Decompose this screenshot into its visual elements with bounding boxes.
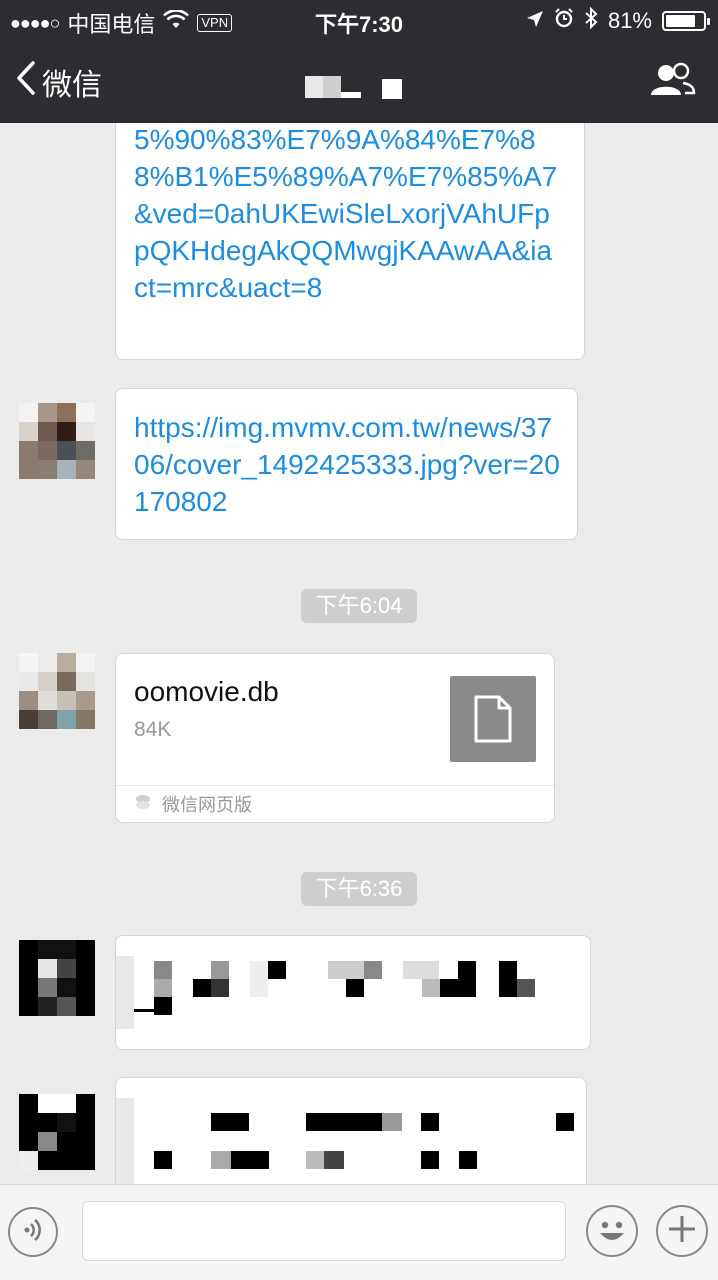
chat-info-button[interactable] (650, 62, 696, 103)
message-input-bar (0, 1184, 718, 1280)
battery-percent: 81% (607, 8, 652, 33)
file-name: oomovie.db (134, 676, 279, 707)
avatar[interactable] (19, 940, 95, 1016)
back-button[interactable]: 微信 (16, 60, 102, 104)
message-bubble-link[interactable]: 8&biw=1301&q=%E5%90%83%E5%90%83%E7%9A%84… (115, 123, 585, 360)
bluetooth-icon (584, 6, 598, 35)
voice-wave-icon (19, 1216, 47, 1249)
status-right: 81% (526, 6, 710, 35)
location-arrow-icon (526, 8, 544, 34)
timestamp: 下午6:36 (301, 872, 417, 906)
pixelated-message-text (116, 1098, 574, 1184)
voice-input-button[interactable] (8, 1207, 58, 1257)
message-bubble-text[interactable] (115, 1077, 587, 1184)
avatar[interactable] (19, 403, 95, 479)
avatar[interactable] (19, 653, 95, 729)
emoji-button[interactable] (586, 1205, 638, 1257)
smiley-face-icon (588, 1221, 636, 1259)
more-actions-button[interactable] (656, 1205, 708, 1257)
document-file-icon (450, 676, 536, 762)
message-link[interactable]: https://img.mvmv.com.tw/news/3706/cover_… (134, 409, 564, 520)
battery-icon (662, 11, 710, 31)
battery-level-fill (666, 15, 695, 27)
chat-message-list[interactable]: 8&biw=1301&q=%E5%90%83%E5%90%83%E7%9A%84… (0, 123, 718, 1184)
plus-icon (667, 1214, 697, 1249)
chevron-left-icon (16, 61, 36, 103)
alarm-clock-icon (554, 8, 574, 34)
status-bar: ●●●●○ 中国电信 VPN 下午7:30 81% (0, 0, 718, 40)
message-bubble-link[interactable]: https://img.mvmv.com.tw/news/3706/cover_… (115, 388, 578, 540)
file-source-footer: 微信网页版 (116, 785, 554, 822)
nav-bar: 微信 (0, 40, 718, 123)
back-label: 微信 (42, 69, 102, 102)
message-text-field[interactable] (82, 1201, 566, 1261)
wechat-web-icon (134, 794, 152, 815)
file-source-label: 微信网页版 (162, 795, 252, 815)
chat-title-mosaic (305, 76, 402, 99)
timestamp: 下午6:04 (301, 589, 417, 623)
message-link[interactable]: 8&biw=1301&q=%E5%90%83%E5%90%83%E7%9A%84… (134, 123, 564, 306)
avatar[interactable] (19, 1094, 95, 1170)
file-message-card[interactable]: oomovie.db 84K 微信网页版 (115, 653, 555, 823)
pixelated-message-text (116, 956, 535, 1029)
message-bubble-text[interactable] (115, 935, 591, 1050)
file-size: 84K (134, 718, 172, 741)
group-contacts-icon (650, 62, 696, 102)
